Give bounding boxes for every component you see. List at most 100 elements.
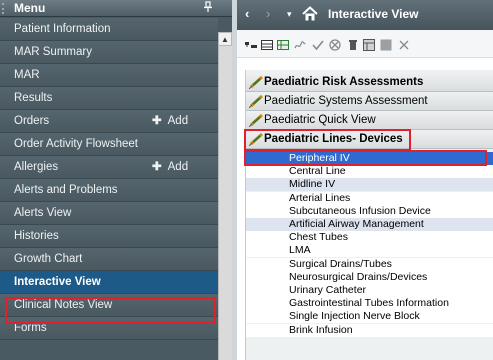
home-icon[interactable] <box>301 5 319 23</box>
band-section-item[interactable]: Artificial Airway Management <box>246 218 493 231</box>
band-section-item[interactable]: Urinary Catheter <box>246 284 493 297</box>
menu-item-label: Clinical Notes View <box>14 299 113 311</box>
add-button[interactable]: ✚ Add <box>152 110 188 133</box>
menu-item-label: Forms <box>14 322 47 334</box>
menu-item-label: MAR Summary <box>14 46 92 58</box>
band-label: Paediatric Lines- Devices <box>264 133 403 145</box>
menu-item[interactable]: Histories <box>0 225 218 248</box>
pin-icon[interactable] <box>203 1 213 18</box>
section-label: Gastrointestinal Tubes Information <box>289 297 449 310</box>
menu-list: Patient Information MAR Summary MAR Results… <box>0 18 218 340</box>
menu-title: Menu <box>14 1 46 15</box>
menu-item-label: Patient Information <box>14 23 111 35</box>
section-label: Surgical Drains/Tubes <box>289 257 392 270</box>
plus-icon: ✚ <box>152 161 162 173</box>
section-label: Peripheral IV <box>289 152 350 164</box>
band-section-item[interactable]: LMA <box>246 244 493 258</box>
scroll-up-icon[interactable]: ▲ <box>218 32 232 46</box>
section-band[interactable]: Paediatric Quick View <box>246 111 493 130</box>
menu-header: Menu <box>0 0 232 17</box>
section-label: Arterial Lines <box>289 191 351 204</box>
section-label: Subcutaneous Infusion Device <box>289 204 431 217</box>
syringe-icon <box>248 132 265 147</box>
section-label: LMA <box>289 244 311 257</box>
band-section-item[interactable]: Chest Tubes <box>246 231 493 245</box>
menu-item-label: Order Activity Flowsheet <box>14 138 138 150</box>
section-label: Urinary Catheter <box>289 284 367 296</box>
menu-item-label: Alerts View <box>14 207 72 219</box>
section-label: Chest Tubes <box>289 231 348 244</box>
back-button[interactable]: ‹ <box>245 5 249 23</box>
grip-icon[interactable] <box>2 3 4 14</box>
band-section-item[interactable]: Central Line <box>246 165 493 179</box>
menu-item-label: Orders <box>14 115 50 127</box>
menu-item[interactable]: Forms <box>0 317 218 340</box>
add-label: Add <box>167 115 189 127</box>
section-label: Artificial Airway Management <box>289 218 424 230</box>
band-label: Paediatric Quick View <box>264 114 376 126</box>
menu-item-label: MAR <box>14 69 40 81</box>
section-label: Neurosurgical Drains/Devices <box>289 270 428 283</box>
menu-item[interactable]: Order Activity Flowsheet <box>0 133 218 156</box>
section-label: Central Line <box>289 165 346 178</box>
menu-item[interactable]: Results <box>0 87 218 110</box>
table-icon[interactable] <box>261 39 273 51</box>
section-band[interactable]: Paediatric Lines- Devices <box>246 130 493 149</box>
menu-item[interactable]: Patient Information <box>0 18 218 41</box>
history-dropdown[interactable]: ▾ <box>287 5 292 23</box>
syringe-icon <box>248 113 265 128</box>
close-icon[interactable] <box>398 39 410 51</box>
toolbar <box>237 30 493 58</box>
add-label: Add <box>167 161 189 173</box>
band-section-item[interactable]: Subcutaneous Infusion Device <box>246 204 493 218</box>
view-header: ‹ › ▾ Interactive View <box>237 0 493 30</box>
band-section-item[interactable]: Brink Infusion <box>246 323 493 337</box>
band-label: Paediatric Systems Assessment <box>264 95 428 107</box>
menu-item[interactable]: Interactive View <box>0 271 218 294</box>
interactive-view-content: Paediatric Risk Assessments Paediatric Sy… <box>237 58 493 360</box>
menu-item[interactable]: Growth Chart <box>0 248 218 271</box>
menu-item-label: Interactive View <box>14 276 101 288</box>
section-band[interactable]: Paediatric Systems Assessment <box>246 92 493 111</box>
menu-item[interactable]: Allergies ✚ Add <box>0 156 218 179</box>
section-label: Midline IV <box>289 178 336 191</box>
checkmark-icon[interactable] <box>312 39 324 51</box>
menu-scrollbar[interactable] <box>218 32 232 360</box>
band-section-item[interactable]: Midline IV <box>246 178 493 192</box>
menu-item[interactable]: MAR <box>0 64 218 87</box>
menu-item[interactable]: Orders ✚ Add <box>0 110 218 133</box>
menu-item-label: Growth Chart <box>14 253 83 265</box>
syringe-icon <box>248 75 265 90</box>
menu-item[interactable]: Alerts and Problems <box>0 179 218 202</box>
forward-button[interactable]: › <box>266 5 270 23</box>
section-label: Brink Infusion <box>289 323 353 336</box>
menu-item[interactable]: Alerts View <box>0 202 218 225</box>
grid-icon[interactable] <box>363 39 375 51</box>
menu-item-label: Allergies <box>14 161 59 173</box>
section-label: Single Injection Nerve Block <box>289 310 420 323</box>
band-section-item[interactable]: Gastrointestinal Tubes Information <box>246 297 493 311</box>
menu-item-label: Histories <box>14 230 59 242</box>
syringe-icon <box>248 94 265 109</box>
menu-item-label: Results <box>14 92 53 104</box>
flowsheet-icon[interactable] <box>277 39 289 51</box>
view-title: Interactive View <box>328 7 419 21</box>
menu-panel: Menu Patient Information MAR Summary MAR Re… <box>0 0 232 360</box>
band-section-item[interactable]: Arterial Lines <box>246 191 493 205</box>
plus-icon: ✚ <box>152 115 162 127</box>
menu-item[interactable]: Clinical Notes View <box>0 294 218 317</box>
delete-icon[interactable] <box>347 39 359 51</box>
menu-item[interactable]: MAR Summary <box>0 41 218 64</box>
menu-item-label: Alerts and Problems <box>14 184 118 196</box>
band-section-item[interactable]: Single Injection Nerve Block <box>246 310 493 324</box>
signature-icon[interactable] <box>294 39 306 51</box>
band-section-item[interactable]: Neurosurgical Drains/Devices <box>246 270 493 284</box>
band-section-item[interactable]: Surgical Drains/Tubes <box>246 257 493 271</box>
band-label: Paediatric Risk Assessments <box>264 76 424 88</box>
section-band[interactable]: Paediatric Risk Assessments <box>246 73 493 92</box>
band-section-item[interactable]: Peripheral IV <box>246 152 493 165</box>
add-button[interactable]: ✚ Add <box>152 156 188 179</box>
expand-icon[interactable] <box>245 39 257 51</box>
block-icon[interactable] <box>380 39 392 51</box>
unchart-icon[interactable] <box>329 39 341 51</box>
